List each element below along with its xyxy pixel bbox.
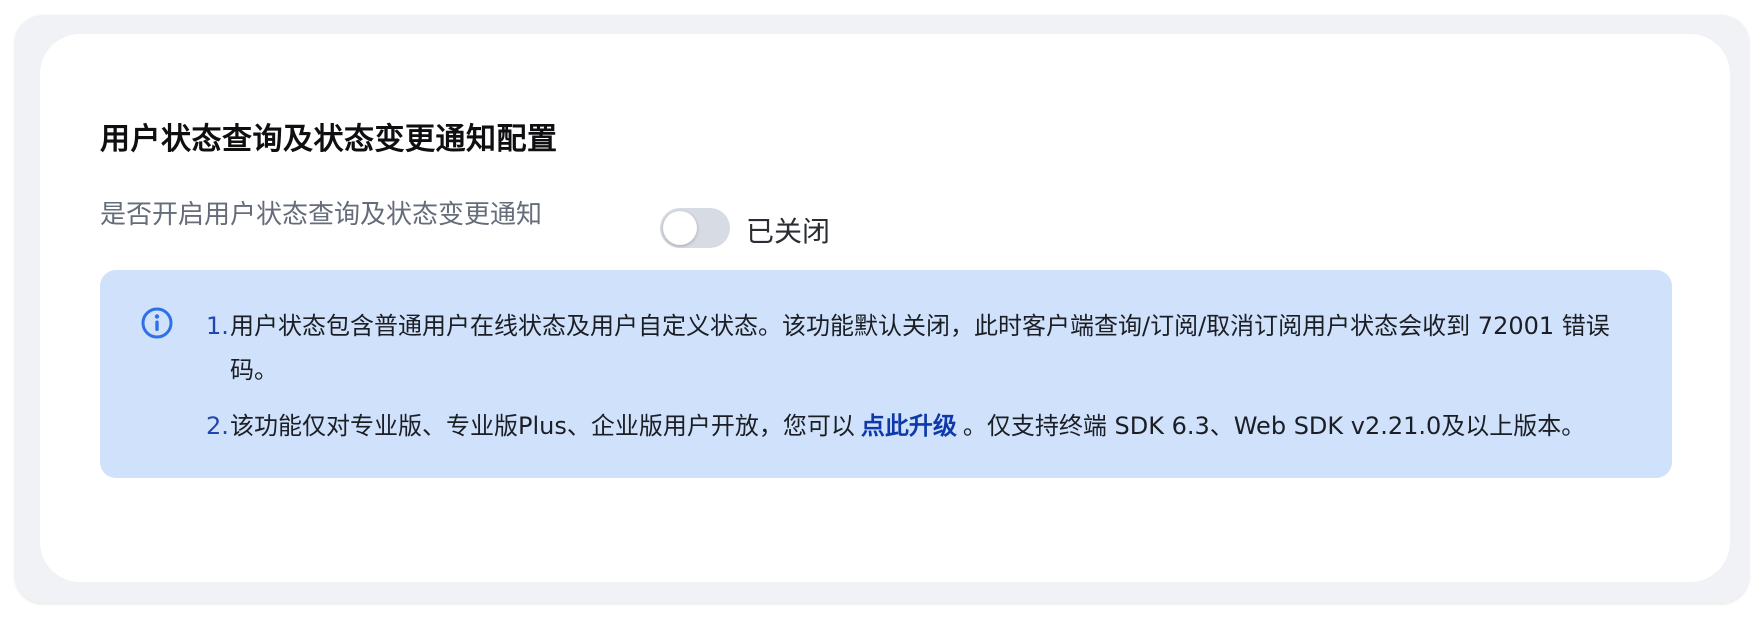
upgrade-link[interactable]: 点此升级	[855, 412, 963, 440]
notice-text: 用户状态包含普通用户在线状态及用户自定义状态。该功能默认关闭，此时客户端查询/订…	[230, 312, 1610, 384]
setting-label: 是否开启用户状态查询及状态变更通知	[100, 200, 543, 230]
list-number: 1.	[206, 312, 229, 340]
info-notice: 1. 用户状态包含普通用户在线状态及用户自定义状态。该功能默认关闭，此时客户端查…	[100, 270, 1672, 478]
notice-text: 该功能仅对专业版、专业版Plus、企业版用户开放，您可以	[230, 412, 855, 440]
list-number: 2.	[206, 412, 229, 440]
page-frame: 用户状态查询及状态变更通知配置 是否开启用户状态查询及状态变更通知 已关闭 1.…	[15, 15, 1749, 603]
notice-item: 1. 用户状态包含普通用户在线状态及用户自定义状态。该功能默认关闭，此时客户端查…	[206, 304, 1636, 392]
status-toggle[interactable]	[660, 208, 730, 248]
toggle-status-text: 已关闭	[746, 215, 831, 248]
notice-item: 2. 该功能仅对专业版、专业版Plus、企业版用户开放，您可以 点此升级 。仅支持终…	[206, 404, 1636, 448]
notice-text: 。仅支持终端 SDK 6.3、Web SDK v2.21.0及以上版本。	[962, 412, 1586, 440]
toggle-knob	[663, 211, 697, 245]
info-icon	[141, 307, 173, 339]
section-title: 用户状态查询及状态变更通知配置	[100, 122, 558, 157]
config-card: 用户状态查询及状态变更通知配置 是否开启用户状态查询及状态变更通知 已关闭 1.…	[40, 34, 1730, 582]
notice-list: 1. 用户状态包含普通用户在线状态及用户自定义状态。该功能默认关闭，此时客户端查…	[206, 304, 1636, 460]
